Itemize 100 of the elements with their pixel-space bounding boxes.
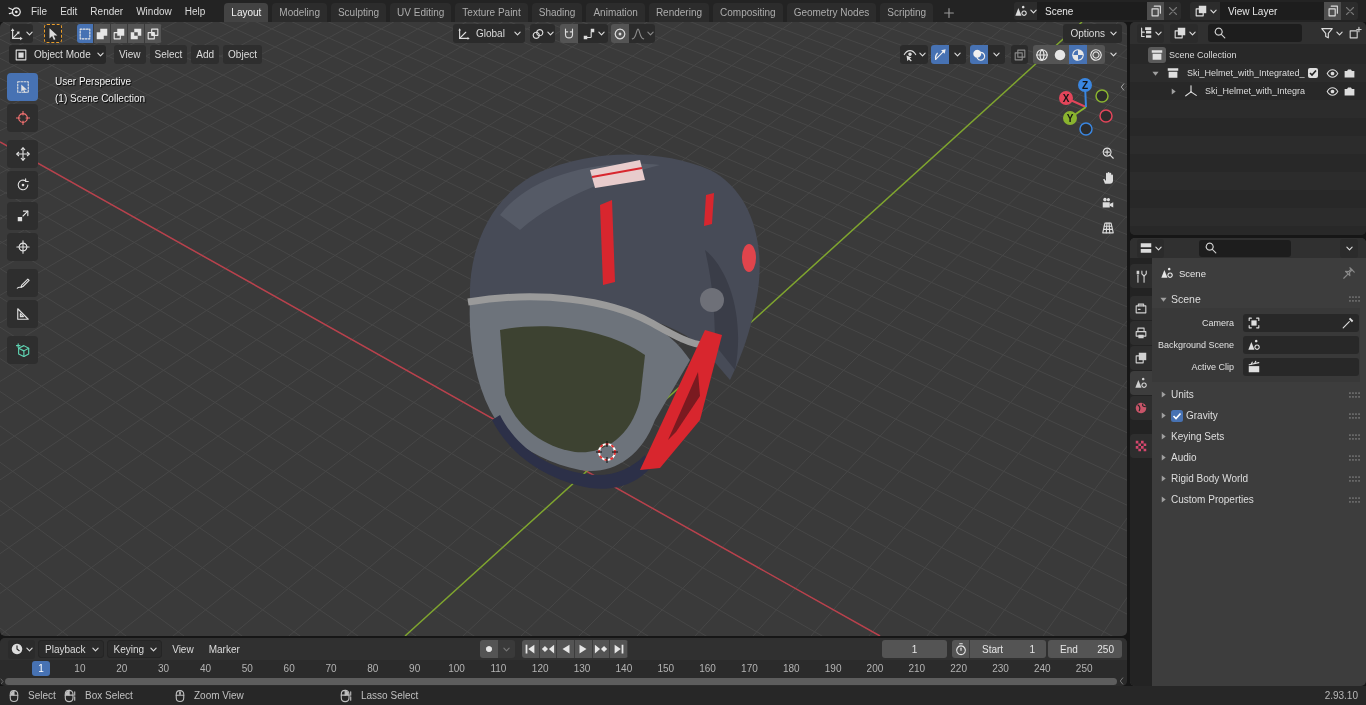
end-frame-field[interactable]: End 250 <box>1048 640 1122 658</box>
render-toggle[interactable] <box>1343 84 1356 98</box>
editor-type-button[interactable] <box>10 24 33 43</box>
properties-tab[interactable] <box>1130 264 1152 288</box>
menu-dropdown[interactable]: Playback <box>38 640 104 658</box>
header-menu[interactable]: Add <box>191 45 220 64</box>
active-tool-button[interactable] <box>44 24 62 43</box>
scene-field[interactable] <box>1243 336 1359 354</box>
overlay-toggle[interactable] <box>970 45 988 64</box>
tool-button[interactable] <box>7 140 38 168</box>
shading-mode-button[interactable] <box>1051 45 1069 64</box>
mode-dropdown[interactable]: Object Mode <box>9 45 106 64</box>
jump-to-start-button[interactable] <box>522 640 540 658</box>
outliner-item[interactable]: Scene Collection <box>1169 50 1237 60</box>
workspace-tab[interactable]: Geometry Nodes <box>786 3 877 22</box>
menu-item[interactable]: View <box>167 640 199 658</box>
workspace-tab[interactable]: Texture Paint <box>455 3 528 22</box>
panel-title[interactable]: Custom Properties <box>1171 494 1254 505</box>
camera-field[interactable] <box>1243 314 1359 332</box>
options-dropdown[interactable]: Options <box>1062 24 1122 43</box>
selectability-dropdown[interactable] <box>900 45 928 64</box>
auto-keying-toggle[interactable] <box>480 640 498 658</box>
panel-title[interactable]: Units <box>1171 389 1194 400</box>
start-frame-field[interactable]: Start 1 <box>970 640 1046 658</box>
selection-mode-button[interactable] <box>94 24 111 43</box>
tool-button[interactable] <box>7 269 38 297</box>
tool-button[interactable] <box>7 300 38 328</box>
workspace-tab[interactable]: Rendering <box>648 3 710 22</box>
properties-tab[interactable] <box>1130 296 1152 320</box>
clip-field[interactable] <box>1243 358 1359 376</box>
menu-item[interactable]: Help <box>179 1 211 21</box>
search-field[interactable] <box>1199 239 1291 257</box>
editor-type-button[interactable] <box>1137 238 1164 258</box>
sidebar-toggle[interactable] <box>1119 82 1126 92</box>
preview-range-toggle[interactable] <box>952 640 970 658</box>
workspace-tab[interactable]: Animation <box>586 3 645 22</box>
view-layer-browse-button[interactable] <box>1190 2 1220 20</box>
display-mode-dropdown[interactable] <box>1170 23 1198 43</box>
search-field[interactable] <box>1208 24 1302 42</box>
menu-item[interactable]: Window <box>131 1 177 21</box>
current-frame-field[interactable]: 1 <box>882 640 947 658</box>
selection-mode-button[interactable] <box>111 24 128 43</box>
panel-title[interactable]: Rigid Body World <box>1171 473 1249 484</box>
properties-tab[interactable] <box>1130 371 1152 395</box>
shading-mode-button[interactable] <box>1069 45 1087 64</box>
menu-dropdown[interactable]: Keying <box>106 640 163 658</box>
new-scene-button[interactable] <box>1147 2 1164 20</box>
workspace-tab[interactable]: Modeling <box>272 3 327 22</box>
workspace-tab[interactable]: Sculpting <box>330 3 387 22</box>
checkbox[interactable] <box>1308 68 1318 78</box>
pivot-point-dropdown[interactable] <box>530 24 555 43</box>
menu-item[interactable]: Marker <box>203 640 245 658</box>
jump-to-end-button[interactable] <box>610 640 629 658</box>
header-menu[interactable]: Select <box>149 45 188 64</box>
scene-name-field[interactable]: Scene <box>1037 2 1147 20</box>
outliner-item[interactable]: Ski_Helmet_with_Integra <box>1205 86 1306 96</box>
transform-orientation-dropdown[interactable]: Global <box>453 24 525 43</box>
panel-title[interactable]: Scene <box>1171 293 1201 305</box>
checkbox[interactable] <box>1171 409 1183 422</box>
new-view-layer-button[interactable] <box>1324 2 1341 20</box>
workspace-tab[interactable]: Scripting <box>880 3 934 22</box>
play-button[interactable] <box>575 640 593 658</box>
visibility-toggle[interactable] <box>1326 84 1339 98</box>
gizmo-toggle[interactable] <box>931 45 949 64</box>
tool-button[interactable] <box>7 233 38 261</box>
properties-tab[interactable] <box>1130 346 1152 370</box>
editor-type-button[interactable] <box>1137 23 1164 43</box>
panel-title[interactable]: Audio <box>1171 452 1197 463</box>
shading-mode-button[interactable] <box>1033 45 1051 64</box>
negative-axis-ball[interactable] <box>1095 89 1109 103</box>
x-ray-toggle[interactable] <box>1011 45 1028 64</box>
negative-axis-ball[interactable] <box>1079 122 1093 136</box>
view-layer-name-field[interactable]: View Layer <box>1220 2 1324 20</box>
timeline-scrollbar[interactable] <box>5 677 1117 685</box>
play-reverse-button[interactable] <box>557 640 576 658</box>
selection-mode-button[interactable] <box>77 24 94 43</box>
editor-type-button[interactable] <box>8 639 35 659</box>
negative-axis-ball[interactable] <box>1099 109 1113 123</box>
overlay-menu-button[interactable] <box>988 45 1005 64</box>
panel-title[interactable]: Keying Sets <box>1171 431 1225 442</box>
workspace-tab[interactable]: Compositing <box>713 3 783 22</box>
selection-mode-button[interactable] <box>145 24 162 43</box>
visibility-toggle[interactable] <box>1326 66 1339 80</box>
workspace-tab[interactable]: Shading <box>531 3 583 22</box>
properties-tab[interactable] <box>1130 321 1152 345</box>
outliner-item[interactable]: Ski_Helmet_with_Integrated_ <box>1187 68 1305 78</box>
menu-item[interactable]: File <box>26 1 53 21</box>
menu-item[interactable]: Edit <box>55 1 83 21</box>
tool-button[interactable] <box>7 202 38 230</box>
selection-mode-button[interactable] <box>128 24 145 43</box>
render-toggle[interactable] <box>1343 66 1356 80</box>
workspace-tab[interactable]: Layout <box>224 3 269 22</box>
menu-item[interactable]: Render <box>85 1 129 21</box>
workspace-tab[interactable]: UV Editing <box>390 3 452 22</box>
proportional-editing-toggle[interactable] <box>611 24 629 43</box>
options-dropdown[interactable] <box>1340 238 1358 258</box>
current-frame-marker[interactable]: 1 <box>32 661 50 676</box>
header-menu[interactable]: View <box>114 45 146 64</box>
gizmo-menu-button[interactable] <box>949 45 966 64</box>
tool-button[interactable] <box>7 336 38 364</box>
